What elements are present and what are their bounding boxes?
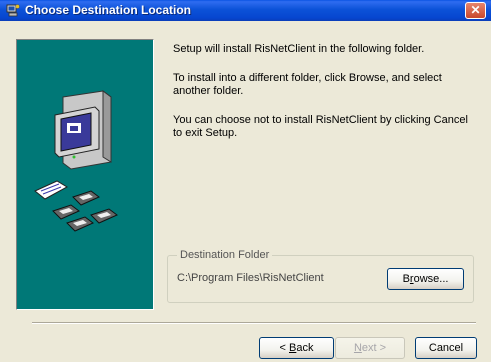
window-title: Choose Destination Location bbox=[25, 3, 192, 17]
next-button[interactable]: Next > bbox=[335, 337, 405, 359]
button-separator bbox=[32, 322, 476, 324]
cancel-instructions: You can choose not to install RisNetClie… bbox=[173, 114, 468, 139]
intro-text: Setup will install RisNetClient in the f… bbox=[173, 43, 425, 55]
destination-folder-path: C:\Program Files\RisNetClient bbox=[177, 272, 324, 284]
close-button[interactable]: ✕ bbox=[465, 2, 486, 19]
side-panel bbox=[16, 39, 154, 310]
setup-installer-icon bbox=[6, 4, 20, 17]
setup-dialog: Choose Destination Location ✕ Setup will… bbox=[0, 0, 491, 362]
destination-folder-legend: Destination Folder bbox=[177, 249, 273, 261]
browse-button[interactable]: Browse... bbox=[387, 268, 464, 290]
cancel-button[interactable]: Cancel bbox=[415, 337, 477, 359]
back-button[interactable]: < Back bbox=[259, 337, 334, 359]
computer-with-disks-illustration bbox=[34, 90, 118, 232]
close-icon: ✕ bbox=[470, 3, 481, 17]
title-bar[interactable]: Choose Destination Location ✕ bbox=[0, 0, 491, 21]
browse-instructions: To install into a different folder, clic… bbox=[173, 72, 442, 97]
